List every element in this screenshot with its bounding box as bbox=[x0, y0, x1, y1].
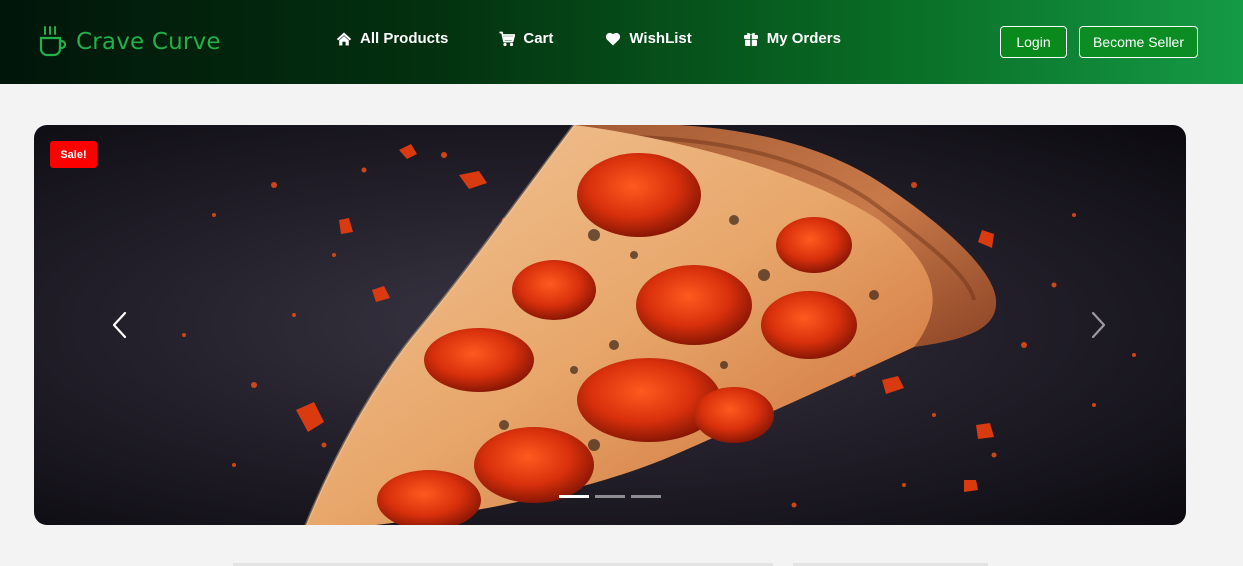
nav-my-orders[interactable]: My Orders bbox=[743, 30, 841, 47]
gift-icon bbox=[743, 32, 758, 46]
nav-cart[interactable]: Cart bbox=[499, 30, 553, 47]
become-seller-button[interactable]: Become Seller bbox=[1079, 26, 1198, 58]
nav-wishlist[interactable]: WishList bbox=[605, 30, 692, 47]
nav-cart-label: Cart bbox=[523, 30, 554, 47]
carousel-indicator-2[interactable] bbox=[595, 495, 625, 498]
nav-wishlist-label: WishList bbox=[629, 30, 692, 47]
nav-links: All Products Cart WishList My Orders bbox=[336, 30, 841, 47]
cart-icon bbox=[499, 31, 516, 46]
chevron-right-icon[interactable] bbox=[1087, 310, 1109, 340]
brand[interactable]: Crave Curve bbox=[38, 24, 221, 60]
sale-badge: Sale! bbox=[50, 141, 97, 168]
nav-all-products-label: All Products bbox=[360, 30, 449, 47]
nav-my-orders-label: My Orders bbox=[766, 30, 841, 47]
coffee-cup-icon bbox=[39, 26, 66, 57]
carousel-indicator-3[interactable] bbox=[631, 495, 661, 498]
navbar: Crave Curve All Products Cart WishList M… bbox=[0, 0, 1243, 84]
carousel-indicators bbox=[559, 495, 667, 498]
home-icon bbox=[336, 32, 352, 45]
carousel-indicator-1[interactable] bbox=[559, 495, 589, 498]
pizza-slice-image bbox=[182, 125, 1136, 525]
login-button[interactable]: Login bbox=[1000, 26, 1067, 58]
hero-carousel: Sale! bbox=[34, 125, 1186, 525]
brand-name: Crave Curve bbox=[76, 29, 221, 55]
heart-icon bbox=[606, 32, 621, 45]
nav-all-products[interactable]: All Products bbox=[336, 30, 448, 47]
chevron-left-icon[interactable] bbox=[109, 310, 131, 340]
